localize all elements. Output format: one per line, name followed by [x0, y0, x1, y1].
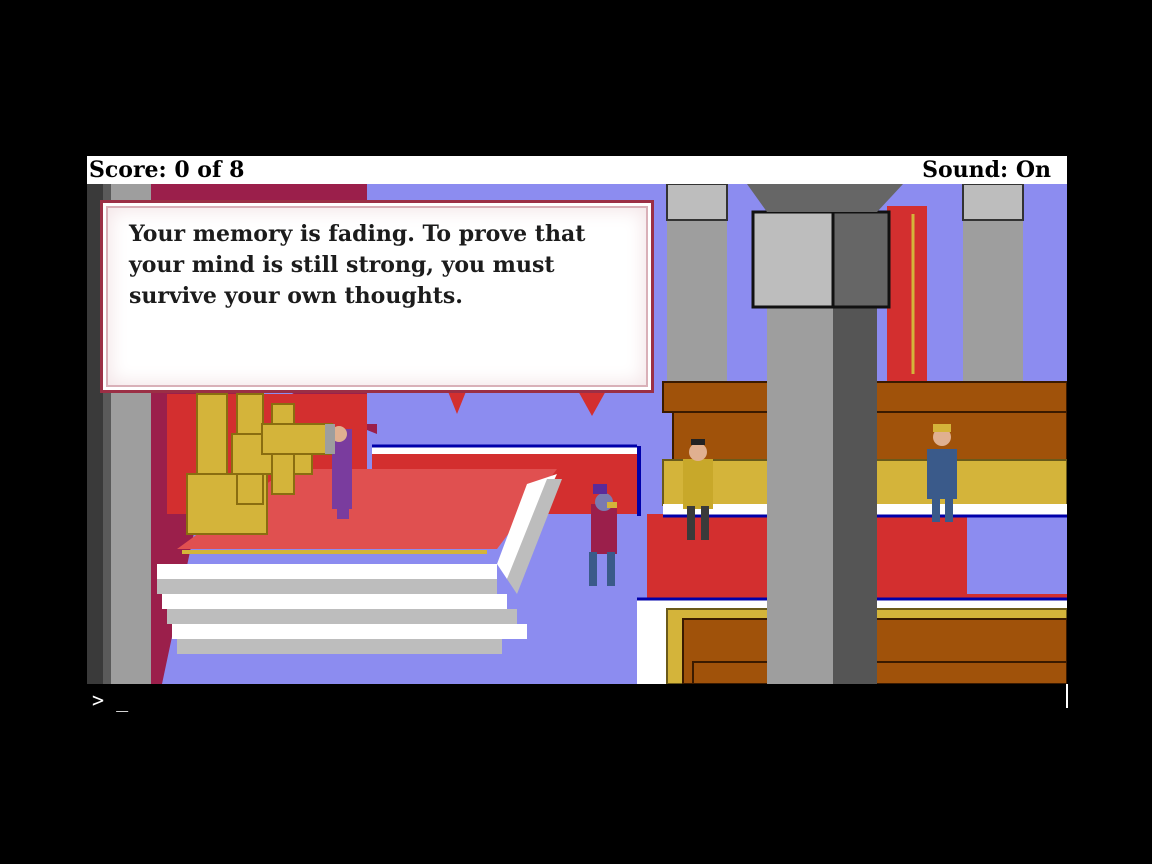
- pillar-center: [767, 304, 833, 684]
- command-line[interactable]: > _: [92, 688, 128, 714]
- message-dialog[interactable]: Your memory is fading. To prove that you…: [100, 200, 654, 393]
- status-bar: Score: 0 of 8 Sound: On: [87, 156, 1067, 184]
- divider: [1066, 684, 1068, 708]
- score-display: Score: 0 of 8: [89, 157, 245, 183]
- text-cursor: _: [116, 688, 129, 712]
- message-text: Your memory is fading. To prove that you…: [129, 221, 586, 309]
- red-banner: [887, 206, 927, 386]
- command-prompt: >: [92, 688, 105, 712]
- sound-status[interactable]: Sound: On: [922, 157, 1051, 183]
